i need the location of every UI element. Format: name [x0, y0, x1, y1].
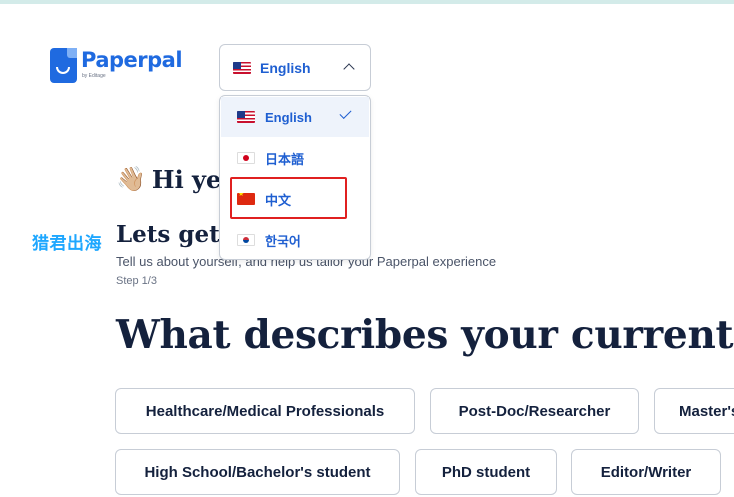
paperpal-logo-icon	[50, 48, 77, 83]
language-option-label: 中文	[265, 192, 292, 208]
greeting-text: Hi ye	[151, 164, 222, 194]
chevron-up-icon	[343, 63, 355, 75]
cn-flag-icon	[237, 193, 255, 205]
language-option-chinese[interactable]: 中文	[221, 179, 369, 219]
jp-flag-icon	[237, 152, 255, 164]
role-option-phd[interactable]: PhD student	[415, 449, 557, 495]
language-dropdown: English 日本語 中文 한국어	[219, 95, 371, 260]
step-indicator: Step 1/3	[116, 275, 157, 287]
waving-hand-icon: 👋🏼	[116, 165, 146, 193]
language-option-label: 한국어	[265, 233, 301, 249]
language-option-korean[interactable]: 한국어	[221, 220, 369, 260]
language-option-label: 日本語	[265, 151, 305, 167]
kr-flag-icon	[237, 234, 255, 246]
role-option-high-school-bachelor[interactable]: High School/Bachelor's student	[115, 449, 400, 495]
section-heading: Lets get	[116, 221, 220, 248]
language-option-english[interactable]: English	[221, 97, 369, 137]
role-option-editor-writer[interactable]: Editor/Writer	[571, 449, 721, 495]
role-option-healthcare[interactable]: Healthcare/Medical Professionals	[115, 388, 415, 434]
language-option-label: English	[265, 109, 312, 125]
role-option-masters[interactable]: Master's	[654, 388, 734, 434]
us-flag-icon	[237, 111, 255, 123]
language-option-japanese[interactable]: 日本語	[221, 138, 369, 178]
question-title: What describes your current ro	[116, 312, 734, 358]
brand-name: Paperpal	[81, 48, 183, 72]
greeting: 👋🏼 Hi ye	[116, 164, 221, 194]
paperpal-logo[interactable]: Paperpal by Editage	[50, 48, 183, 83]
role-option-postdoc[interactable]: Post-Doc/Researcher	[430, 388, 639, 434]
check-icon	[339, 106, 352, 120]
watermark-text: 猎君出海	[32, 234, 102, 254]
top-border	[0, 0, 734, 4]
language-select-label: English	[260, 59, 311, 76]
language-select[interactable]: English	[219, 44, 371, 91]
brand-sub: by Editage	[82, 73, 106, 79]
page: Paperpal by Editage English English 日本語 …	[0, 0, 734, 497]
us-flag-icon	[233, 61, 251, 74]
